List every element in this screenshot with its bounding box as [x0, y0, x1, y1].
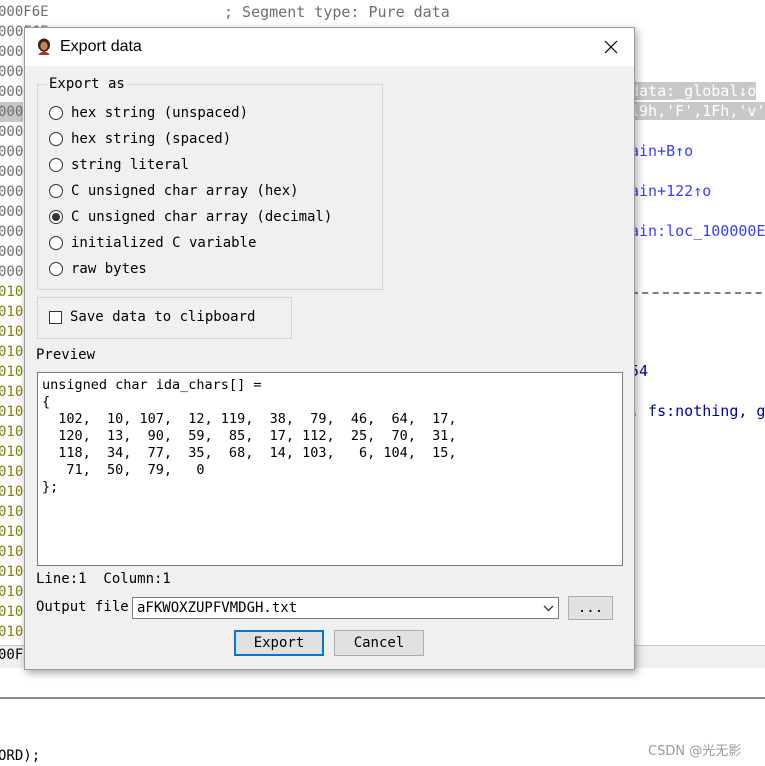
output-file-label: Output file [36, 599, 129, 615]
address-line[interactable]: 010 [0, 502, 23, 522]
splitter[interactable] [0, 697, 765, 699]
preview-content: unsigned char ida_chars[] = { 102, 10, 1… [42, 377, 457, 495]
address-line[interactable]: 000 [0, 262, 23, 282]
option-label: string literal [71, 157, 190, 173]
segment-separator [632, 292, 765, 294]
address-line[interactable]: 010 [0, 342, 23, 362]
address-line[interactable]: 010 [0, 542, 23, 562]
address-line[interactable]: 000 [0, 82, 23, 102]
output-file-combobox[interactable]: aFKWOXZUPFVMDGH.txt [132, 597, 559, 619]
address-line[interactable]: 010 [0, 422, 23, 442]
watermark: CSDN @光无影 [648, 744, 742, 759]
radio-button[interactable] [49, 184, 63, 198]
address-line[interactable]: 000 [0, 42, 23, 62]
segment-comment: ; Segment type: Pure data [224, 3, 450, 21]
address-line[interactable]: 000 [0, 122, 23, 142]
cursor-position-status: Line:1 Column:1 [36, 571, 171, 587]
preview-textarea[interactable]: unsigned char ida_chars[] = { 102, 10, 1… [37, 372, 623, 566]
address-line[interactable]: 000 [0, 142, 23, 162]
dialog-titlebar[interactable]: Export data [25, 28, 634, 66]
address-line[interactable]: 010 [0, 462, 23, 482]
checkbox[interactable] [49, 310, 62, 324]
option-initialized-c-variable[interactable]: initialized C variable [49, 232, 256, 254]
option-label: C unsigned char array (decimal) [71, 209, 333, 225]
address-line[interactable]: 000 [0, 242, 23, 262]
address-line[interactable]: 000 [0, 102, 24, 122]
address-line[interactable]: 010 [0, 442, 23, 462]
address-line[interactable]: 000F6E [0, 2, 49, 22]
radio-button[interactable] [49, 262, 63, 276]
address-line[interactable]: 000 [0, 222, 23, 242]
option-hex-unspaced[interactable]: hex string (unspaced) [49, 102, 248, 124]
preview-label: Preview [36, 347, 96, 363]
address-line[interactable]: 010 [0, 362, 23, 382]
save-to-clipboard-checkbox[interactable]: Save data to clipboard [49, 309, 255, 325]
address-line[interactable]: 010 [0, 302, 23, 322]
xref-loc[interactable]: ain:loc_100000EI [630, 222, 765, 240]
xref-main-122[interactable]: ain+122↑o [630, 182, 711, 200]
radio-button[interactable] [49, 236, 63, 250]
radio-button[interactable] [49, 106, 63, 120]
address-line[interactable]: 010 [0, 322, 23, 342]
address-line[interactable]: 010 [0, 282, 23, 302]
option-label: hex string (unspaced) [71, 105, 249, 121]
address-line[interactable]: 010 [0, 582, 23, 602]
export-button[interactable]: Export [234, 630, 324, 656]
option-label: C unsigned char array (hex) [71, 183, 299, 199]
dialog-title: Export data [60, 38, 142, 55]
bottom-address: 00F [0, 647, 24, 663]
cancel-button[interactable]: Cancel [334, 630, 424, 656]
ida-app-icon [36, 38, 52, 56]
address-line[interactable]: 010 [0, 622, 23, 642]
export-data-dialog: Export data Export as hex string (unspac… [24, 27, 635, 670]
listing-fragment-2[interactable]: 19h,'F',1Fh,'v' [630, 102, 765, 120]
address-line[interactable]: 010 [0, 382, 23, 402]
close-icon [604, 40, 618, 54]
address-line[interactable]: 010 [0, 522, 23, 542]
option-string-literal[interactable]: string literal [49, 154, 189, 176]
browse-button[interactable]: ... [568, 596, 613, 620]
option-label: raw bytes [71, 261, 147, 277]
option-c-array-hex[interactable]: C unsigned char array (hex) [49, 180, 299, 202]
option-label: initialized C variable [71, 235, 257, 251]
xref-main-b[interactable]: ain+B↑o [630, 142, 693, 160]
address-line[interactable]: 000 [0, 162, 23, 182]
export-as-label: Export as [47, 76, 127, 92]
checkbox-label: Save data to clipboard [70, 309, 256, 325]
radio-button[interactable] [49, 210, 63, 224]
address-line[interactable]: 000 [0, 182, 23, 202]
address-line[interactable]: 010 [0, 402, 23, 422]
assume-fragment: , fs:nothing, g [630, 402, 765, 420]
option-hex-spaced[interactable]: hex string (spaced) [49, 128, 231, 150]
radio-button[interactable] [49, 132, 63, 146]
close-button[interactable] [597, 34, 625, 60]
address-line[interactable]: 010 [0, 602, 23, 622]
radio-button[interactable] [49, 158, 63, 172]
address-line[interactable]: 010 [0, 482, 23, 502]
option-label: hex string (spaced) [71, 131, 232, 147]
listing-fragment-1[interactable]: data:_global↓o [630, 82, 757, 100]
option-raw-bytes[interactable]: raw bytes [49, 258, 147, 280]
address-line[interactable]: 000 [0, 202, 23, 222]
output-file-value: aFKWOXZUPFVMDGH.txt [137, 600, 298, 616]
address-line[interactable]: 000 [0, 62, 23, 82]
option-c-array-decimal[interactable]: C unsigned char array (decimal) [49, 206, 332, 228]
chevron-down-icon[interactable] [543, 602, 554, 618]
address-line[interactable]: 010 [0, 562, 23, 582]
output-window-text: ORD); [0, 748, 41, 764]
